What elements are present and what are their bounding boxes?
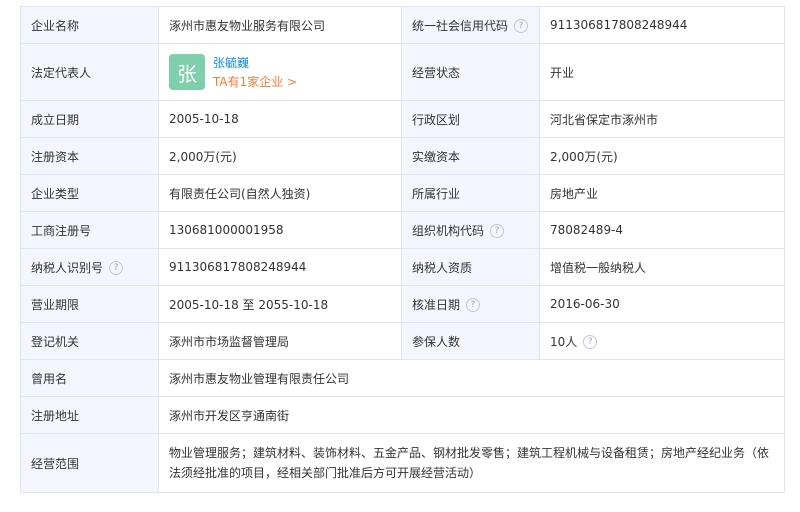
value-legal-rep: 张 张毓巍 TA有1家企业 >: [158, 43, 402, 101]
label-former-name: 曾用名: [20, 359, 159, 397]
company-info-panel: 企业名称 涿州市惠友物业服务有限公司 统一社会信用代码? 91130681780…: [20, 6, 785, 493]
label-admin-region: 行政区划: [401, 100, 540, 138]
label-taxpayer-qualification: 纳税人资质: [401, 248, 540, 286]
table-row: 经营范围 物业管理服务；建筑材料、装饰材料、五金产品、钢材批发零售；建筑工程机械…: [20, 433, 785, 493]
label-company-type: 企业类型: [20, 174, 159, 212]
table-row: 法定代表人 张 张毓巍 TA有1家企业 > 经营状态 开业: [20, 43, 785, 101]
value-company-type: 有限责任公司(自然人独资): [158, 174, 402, 212]
label-taxpayer-id-text: 纳税人识别号: [31, 260, 104, 275]
table-row: 营业期限 2005-10-18 至 2055-10-18 核准日期? 2016-…: [20, 285, 785, 323]
value-paid-capital: 2,000万(元): [539, 137, 785, 175]
label-business-term: 营业期限: [20, 285, 159, 323]
value-registered-address: 涿州市开发区亨通南街: [158, 396, 785, 434]
table-row: 注册地址 涿州市开发区亨通南街: [20, 396, 785, 434]
label-established-date: 成立日期: [20, 100, 159, 138]
label-industry: 所属行业: [401, 174, 540, 212]
value-registration-number: 130681000001958: [158, 211, 402, 249]
table-row: 企业类型 有限责任公司(自然人独资) 所属行业 房地产业: [20, 174, 785, 212]
label-credit-code-text: 统一社会信用代码: [412, 18, 509, 33]
table-row: 工商注册号 130681000001958 组织机构代码? 78082489-4: [20, 211, 785, 249]
table-row: 注册资本 2,000万(元) 实缴资本 2,000万(元): [20, 137, 785, 175]
value-business-scope: 物业管理服务；建筑材料、装饰材料、五金产品、钢材批发零售；建筑工程机械与设备租赁…: [158, 433, 785, 493]
table-row: 登记机关 涿州市市场监督管理局 参保人数 10人?: [20, 322, 785, 360]
value-business-status: 开业: [539, 43, 785, 101]
table-row: 曾用名 涿州市惠友物业管理有限责任公司: [20, 359, 785, 397]
legal-rep-name-link[interactable]: 张毓巍: [213, 54, 297, 71]
value-approval-date: 2016-06-30: [539, 285, 785, 323]
help-icon[interactable]: ?: [466, 298, 481, 312]
label-company-name: 企业名称: [20, 6, 159, 44]
label-org-code-text: 组织机构代码: [412, 223, 485, 238]
label-approval-date: 核准日期?: [401, 285, 540, 323]
label-org-code: 组织机构代码?: [401, 211, 540, 249]
value-industry: 房地产业: [539, 174, 785, 212]
label-taxpayer-id: 纳税人识别号?: [20, 248, 159, 286]
value-taxpayer-id: 911306817808248944: [158, 248, 402, 286]
value-insured-count: 10人?: [539, 322, 785, 360]
value-org-code: 78082489-4: [539, 211, 785, 249]
value-established-date: 2005-10-18: [158, 100, 402, 138]
label-registration-number: 工商注册号: [20, 211, 159, 249]
value-former-name: 涿州市惠友物业管理有限责任公司: [158, 359, 785, 397]
label-registered-address: 注册地址: [20, 396, 159, 434]
label-registered-capital: 注册资本: [20, 137, 159, 175]
value-business-term: 2005-10-18 至 2055-10-18: [158, 285, 402, 323]
value-registered-capital: 2,000万(元): [158, 137, 402, 175]
table-row: 成立日期 2005-10-18 行政区划 河北省保定市涿州市: [20, 100, 785, 138]
label-business-scope: 经营范围: [20, 433, 159, 493]
table-row: 企业名称 涿州市惠友物业服务有限公司 统一社会信用代码? 91130681780…: [20, 6, 785, 44]
label-insured-count: 参保人数: [401, 322, 540, 360]
label-legal-rep: 法定代表人: [20, 43, 159, 101]
help-icon[interactable]: ?: [109, 261, 124, 275]
help-icon[interactable]: ?: [490, 224, 505, 238]
label-business-status: 经营状态: [401, 43, 540, 101]
table-row: 纳税人识别号? 911306817808248944 纳税人资质 增值税一般纳税…: [20, 248, 785, 286]
label-credit-code: 统一社会信用代码?: [401, 6, 540, 44]
help-icon[interactable]: ?: [583, 335, 598, 349]
value-company-name: 涿州市惠友物业服务有限公司: [158, 6, 402, 44]
value-credit-code: 911306817808248944: [539, 6, 785, 44]
value-admin-region: 河北省保定市涿州市: [539, 100, 785, 138]
avatar[interactable]: 张: [169, 54, 205, 90]
label-approval-date-text: 核准日期: [412, 297, 461, 312]
label-paid-capital: 实缴资本: [401, 137, 540, 175]
value-registration-authority: 涿州市市场监督管理局: [158, 322, 402, 360]
legal-rep-companies-link[interactable]: TA有1家企业 >: [213, 73, 297, 90]
help-icon[interactable]: ?: [514, 19, 529, 33]
value-insured-count-text: 10人: [550, 334, 578, 349]
value-taxpayer-qualification: 增值税一般纳税人: [539, 248, 785, 286]
label-registration-authority: 登记机关: [20, 322, 159, 360]
company-info-table: 企业名称 涿州市惠友物业服务有限公司 统一社会信用代码? 91130681780…: [20, 6, 785, 493]
